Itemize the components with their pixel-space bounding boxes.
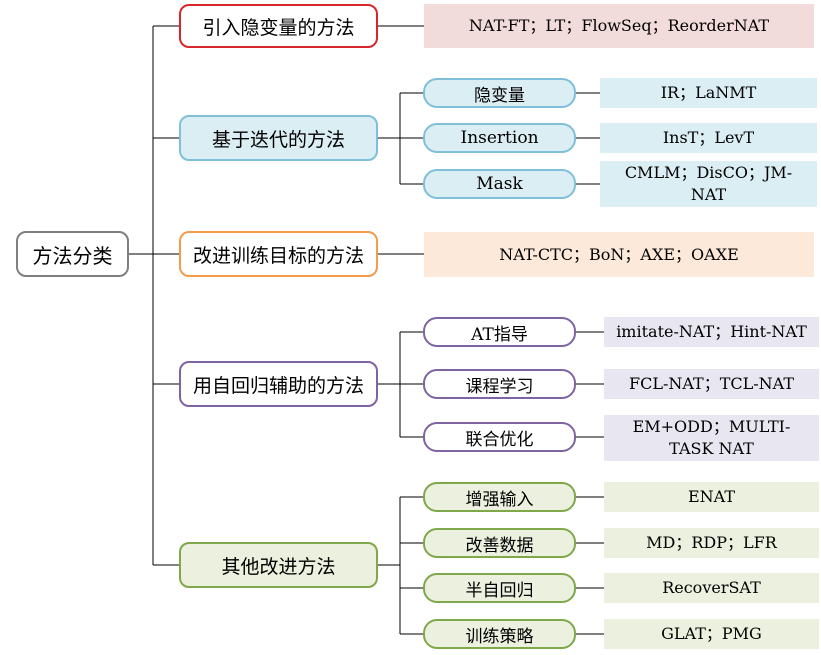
- category-latent-variable: 引入隐变量的方法: [179, 4, 378, 48]
- leaf-curriculum: FCL-NAT；TCL-NAT: [604, 369, 819, 399]
- subcategory-training-strategy: 训练策略: [423, 619, 576, 649]
- leaf-latent: IR；LaNMT: [600, 78, 817, 108]
- subcategory-insertion: Insertion: [423, 123, 576, 153]
- subcategory-curriculum: 课程学习: [423, 369, 576, 399]
- root-label: 方法分类: [32, 243, 113, 268]
- category-other-label: 其他改进方法: [221, 555, 336, 578]
- subcategory-improve-data: 改善数据: [423, 528, 576, 558]
- leaf-joint-optimization: EM+ODD；MULTI-TASK NAT: [604, 415, 819, 461]
- category-autoregressive-aid: 用自回归辅助的方法: [179, 361, 378, 407]
- subcategory-semi-autoregressive: 半自回归: [423, 573, 576, 603]
- leaf-latent-variable-methods: NAT-FT；LT；FlowSeq；ReorderNAT: [424, 4, 814, 48]
- subcategory-enhanced-input: 增强输入: [423, 482, 576, 512]
- leaf-at-guidance: imitate-NAT；Hint-NAT: [604, 317, 819, 347]
- leaf-improve-data: MD；RDP；LFR: [604, 528, 819, 558]
- category-iterative-label: 基于迭代的方法: [211, 128, 345, 151]
- category-iterative: 基于迭代的方法: [179, 115, 378, 161]
- category-autoregressive-aid-label: 用自回归辅助的方法: [192, 374, 364, 397]
- leaf-mask: CMLM；DisCO；JM-NAT: [600, 161, 817, 207]
- leaf-enhanced-input: ENAT: [604, 482, 819, 512]
- leaf-insertion: InsT；LevT: [600, 123, 817, 153]
- leaf-training-strategy: GLAT；PMG: [604, 619, 819, 649]
- subcategory-at-guidance: AT指导: [423, 317, 576, 347]
- subcategory-joint-optimization: 联合优化: [423, 422, 576, 452]
- category-latent-variable-label: 引入隐变量的方法: [202, 16, 355, 39]
- category-training-objective: 改进训练目标的方法: [179, 231, 378, 277]
- root-node: 方法分类: [16, 231, 129, 277]
- subcategory-latent: 隐变量: [423, 78, 576, 108]
- category-other: 其他改进方法: [179, 542, 378, 588]
- subcategory-mask: Mask: [423, 169, 576, 199]
- category-training-objective-label: 改进训练目标的方法: [192, 244, 364, 267]
- leaf-training-objective: NAT-CTC；BoN；AXE；OAXE: [424, 232, 814, 277]
- leaf-semi-autoregressive: RecoverSAT: [604, 573, 819, 603]
